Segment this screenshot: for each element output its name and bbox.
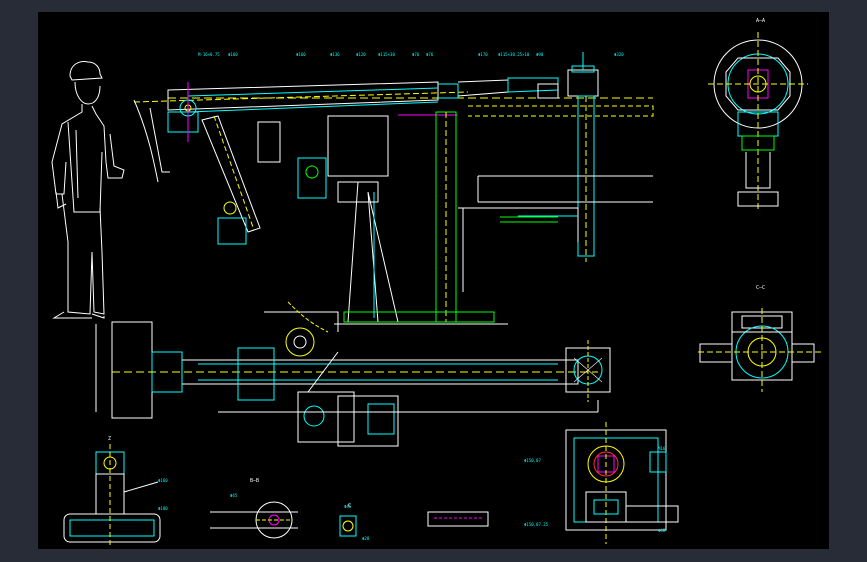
label-top-1: Φ160 (228, 52, 238, 57)
label-dim-3: Φ180 (158, 506, 168, 511)
label-br-2: M16 (658, 446, 666, 451)
label-top-right-3: Φ320 (614, 52, 624, 57)
label-dim-1: Φ45 (344, 504, 352, 509)
label-top-2: Φ160 (296, 52, 306, 57)
label-top-5: Φ115×30 (378, 52, 395, 57)
label-top-right-1: Φ115×30.25×10 (498, 52, 530, 57)
section-aa: A—A (708, 18, 808, 212)
flange-section-icon: C (339, 503, 489, 537)
section-cc-label: C—C (756, 285, 765, 291)
label-dim-2: Φ160 (158, 478, 168, 483)
label-top-6: Φ76 (412, 52, 420, 57)
label-top-right-2: Φ90 (536, 52, 544, 57)
drawing-window: A—A C—C Z B—B C M-16×0.75 Φ160 Φ160 Φ136… (0, 0, 867, 562)
section-z: Z (63, 436, 161, 548)
crane-arm-assembly-icon (133, 52, 654, 325)
gear-box-section-icon (565, 422, 679, 544)
section-z-label: Z (108, 436, 111, 442)
label-br-1: Φ150.07.25 (524, 522, 549, 527)
annotation-labels: M-16×0.75 Φ160 Φ160 Φ136 Φ120 Φ115×30 Φ7… (158, 52, 666, 541)
drawing-sheet: A—A C—C Z B—B C M-16×0.75 Φ160 Φ160 Φ136… (38, 12, 829, 549)
label-m16: M-16×0.75 (198, 52, 220, 57)
section-bb: B—B (210, 478, 298, 539)
label-br-3: Φ48 (658, 528, 666, 533)
cad-drawing: A—A C—C Z B—B C M-16×0.75 Φ160 Φ160 Φ136… (51, 18, 824, 548)
label-br-0: Φ150.07 (524, 458, 541, 463)
label-top-4: Φ120 (356, 52, 366, 57)
section-bb-label: B—B (250, 478, 259, 484)
label-top-right-0: Φ170 (478, 52, 488, 57)
section-aa-label: A—A (756, 18, 765, 24)
label-top-3: Φ136 (330, 52, 340, 57)
label-top-7: Φ76 (426, 52, 434, 57)
label-dim-4: Φ28 (362, 536, 370, 541)
label-dim-0: Φ45 (230, 493, 238, 498)
operator-figure-icon (51, 61, 125, 319)
section-cc: C—C (698, 285, 824, 392)
